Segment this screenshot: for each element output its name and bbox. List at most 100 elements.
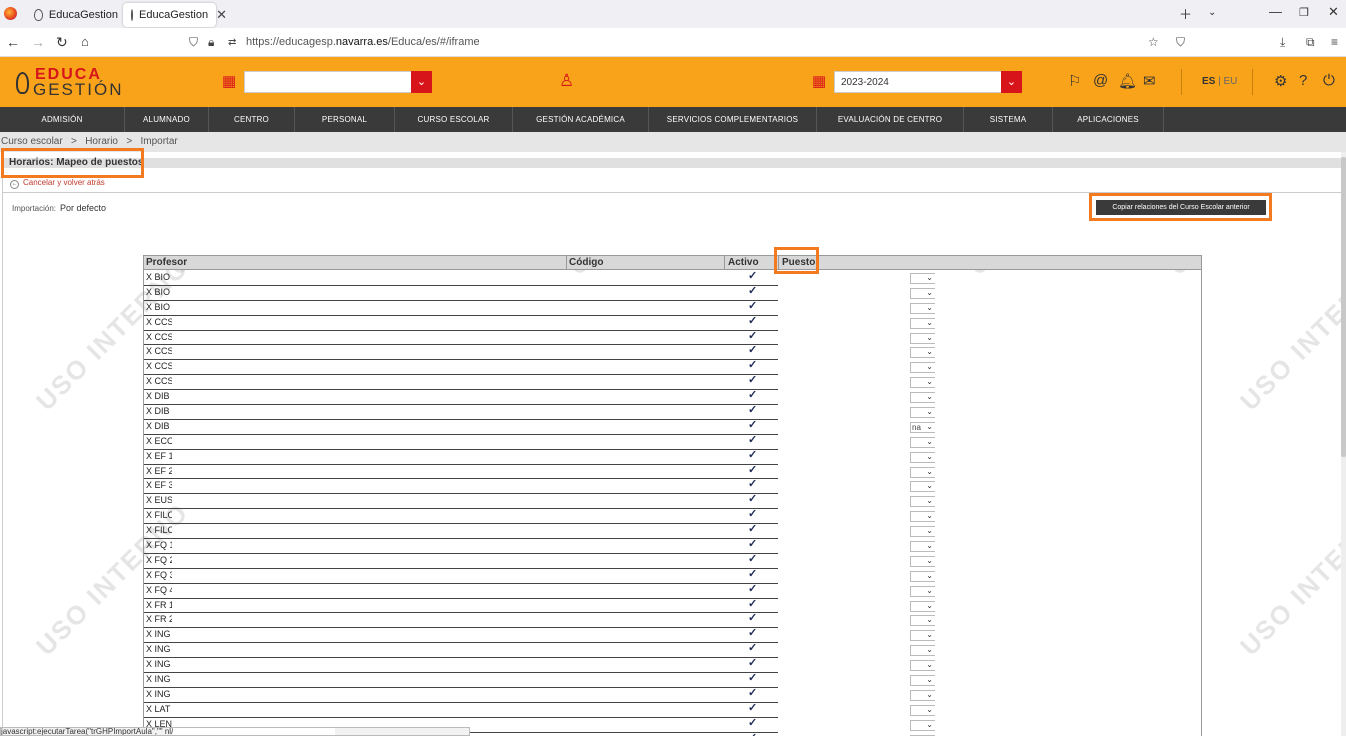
reload-icon[interactable]: ↻ — [56, 34, 68, 51]
puesto-select[interactable]: ⌄ — [910, 719, 935, 731]
firefox-icon[interactable] — [4, 7, 17, 20]
restore-icon[interactable]: ❐ — [1299, 6, 1309, 19]
new-tab-icon[interactable]: ＋ — [1179, 4, 1192, 23]
puesto-select[interactable]: ⌄ — [910, 600, 935, 612]
nav-item-sistema[interactable]: SISTEMA — [964, 107, 1053, 132]
at-icon[interactable]: @ — [1093, 72, 1108, 89]
puesto-select[interactable]: ⌄ — [910, 660, 935, 672]
puesto-select[interactable]: na ⌄ — [910, 421, 935, 433]
lang-eu[interactable]: EU — [1224, 76, 1238, 87]
active-check-icon[interactable]: ✓ — [748, 403, 757, 416]
bell-icon[interactable]: 🔔︎ — [1118, 72, 1137, 90]
active-check-icon[interactable]: ✓ — [748, 611, 757, 624]
close-window-icon[interactable]: ✕ — [1328, 4, 1339, 20]
url-text[interactable]: https://educagesp.navarra.es/Educa/es/#/… — [246, 36, 480, 48]
active-check-icon[interactable]: ✓ — [748, 552, 757, 565]
cancel-back-link[interactable]: ← Cancelar y volver atrás — [10, 178, 105, 189]
puesto-select[interactable]: ⌄ — [910, 511, 935, 523]
flag-icon[interactable]: ⚐ — [1068, 72, 1081, 90]
user-icon[interactable]: ♙ — [559, 71, 574, 91]
puesto-select[interactable]: ⌄ — [910, 645, 935, 657]
active-check-icon[interactable]: ✓ — [748, 477, 757, 490]
center-select[interactable] — [244, 71, 412, 93]
puesto-select[interactable]: ⌄ — [910, 332, 935, 344]
puesto-select[interactable]: ⌄ — [910, 451, 935, 463]
lock-icon[interactable]: 🔒︎ — [208, 35, 214, 50]
active-check-icon[interactable]: ✓ — [748, 656, 757, 669]
browser-tab-1[interactable]: EducaGestion — [26, 3, 118, 27]
minimize-icon[interactable]: — — [1269, 4, 1282, 19]
puesto-select[interactable]: ⌄ — [910, 317, 935, 329]
puesto-select[interactable]: ⌄ — [910, 555, 935, 567]
help-icon[interactable]: ? — [1299, 72, 1307, 89]
active-check-icon[interactable]: ✓ — [748, 433, 757, 446]
nav-item-alumnado[interactable]: ALUMNADO — [125, 107, 209, 132]
active-check-icon[interactable]: ✓ — [748, 418, 757, 431]
active-check-icon[interactable]: ✓ — [748, 582, 757, 595]
active-check-icon[interactable]: ✓ — [748, 522, 757, 535]
active-check-icon[interactable]: ✓ — [748, 686, 757, 699]
active-check-icon[interactable]: ✓ — [748, 373, 757, 386]
breadcrumb[interactable]: Curso escolar > Horario > Importar — [0, 132, 1346, 152]
puesto-select[interactable]: ⌄ — [910, 466, 935, 478]
puesto-select[interactable]: ⌄ — [910, 615, 935, 627]
active-check-icon[interactable]: ✓ — [748, 626, 757, 639]
browser-tab-2[interactable]: EducaGestion ✕ — [123, 3, 227, 27]
puesto-select[interactable]: ⌄ — [910, 704, 935, 716]
back-arrow-icon[interactable]: ← — [6, 34, 20, 50]
nav-item-centro[interactable]: CENTRO — [209, 107, 295, 132]
puesto-select[interactable]: ⌄ — [910, 436, 935, 448]
mail-icon[interactable]: ✉ — [1143, 72, 1156, 90]
logout-icon[interactable]: ⏻ — [1323, 72, 1335, 89]
puesto-select[interactable]: ⌄ — [910, 630, 935, 642]
puesto-select[interactable]: ⌄ — [910, 392, 935, 404]
active-check-icon[interactable]: ✓ — [748, 716, 757, 729]
language-switch[interactable]: ES | EU — [1202, 76, 1237, 87]
active-check-icon[interactable]: ✓ — [748, 388, 757, 401]
nav-item-servicios-complementarios[interactable]: SERVICIOS COMPLEMENTARIOS — [649, 107, 817, 132]
gear-icon[interactable]: ⚙ — [1274, 72, 1287, 90]
puesto-select[interactable]: ⌄ — [910, 407, 935, 419]
active-check-icon[interactable]: ✓ — [748, 597, 757, 610]
active-check-icon[interactable]: ✓ — [748, 701, 757, 714]
active-check-icon[interactable]: ✓ — [748, 492, 757, 505]
puesto-select[interactable]: ⌄ — [910, 570, 935, 582]
shield-icon[interactable]: ⛉ — [189, 35, 198, 50]
year-select[interactable]: 2023-2024 — [834, 71, 1002, 93]
menu-icon[interactable]: ≡ — [1331, 35, 1338, 49]
permissions-icon[interactable]: ⇄ — [228, 37, 236, 48]
puesto-select[interactable]: ⌄ — [910, 273, 935, 284]
active-check-icon[interactable]: ✓ — [748, 343, 757, 356]
puesto-select[interactable]: ⌄ — [910, 496, 935, 508]
bookmark-star-icon[interactable]: ☆ — [1148, 35, 1159, 49]
active-check-icon[interactable]: ✓ — [748, 731, 757, 736]
active-check-icon[interactable]: ✓ — [748, 537, 757, 550]
pocket-icon[interactable]: ⛉ — [1176, 35, 1185, 50]
center-select-dropdown-icon[interactable]: ⌄ — [411, 71, 432, 93]
download-icon[interactable]: ⤓ — [1280, 35, 1285, 50]
nav-item-curso-escolar[interactable]: CURSO ESCOLAR — [395, 107, 513, 132]
puesto-select[interactable]: ⌄ — [910, 347, 935, 359]
active-check-icon[interactable]: ✓ — [748, 299, 757, 312]
puesto-select[interactable]: ⌄ — [910, 302, 935, 314]
puesto-select[interactable]: ⌄ — [910, 287, 935, 299]
puesto-select[interactable]: ⌄ — [910, 585, 935, 597]
active-check-icon[interactable]: ✓ — [748, 671, 757, 684]
forward-arrow-icon[interactable]: → — [31, 34, 45, 50]
nav-item-personal[interactable]: PERSONAL — [295, 107, 395, 132]
nav-item-gestion-academica[interactable]: GESTIÓN ACADÉMICA — [513, 107, 649, 132]
year-select-dropdown-icon[interactable]: ⌄ — [1001, 71, 1022, 93]
active-check-icon[interactable]: ✓ — [748, 448, 757, 461]
extensions-icon[interactable]: ⧉ — [1306, 35, 1315, 50]
chevron-down-icon[interactable]: ⌄ — [1208, 7, 1216, 18]
nav-item-aplicaciones[interactable]: APLICACIONES — [1053, 107, 1164, 132]
active-check-icon[interactable]: ✓ — [748, 567, 757, 580]
puesto-select[interactable]: ⌄ — [910, 541, 935, 553]
active-check-icon[interactable]: ✓ — [748, 507, 757, 520]
active-check-icon[interactable]: ✓ — [748, 284, 757, 297]
active-check-icon[interactable]: ✓ — [748, 314, 757, 327]
puesto-select[interactable]: ⌄ — [910, 689, 935, 701]
home-icon[interactable]: ⌂ — [81, 34, 89, 49]
puesto-select[interactable]: ⌄ — [910, 362, 935, 374]
lang-es[interactable]: ES — [1202, 76, 1215, 87]
